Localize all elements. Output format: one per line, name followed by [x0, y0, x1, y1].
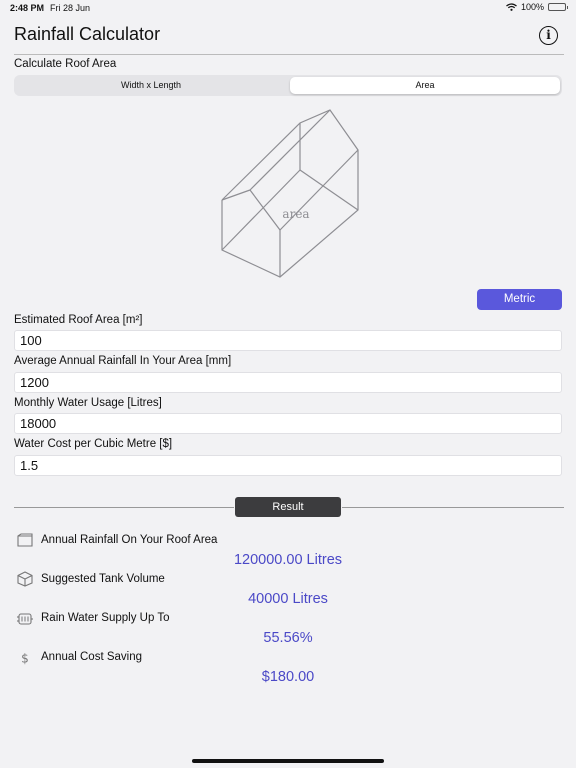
- result-button[interactable]: Result: [235, 497, 341, 517]
- water-cost-label: Water Cost per Cubic Metre [$]: [14, 438, 173, 450]
- roof-area-mode-control: Width x Length Area: [14, 75, 562, 96]
- info-icon[interactable]: i: [539, 26, 558, 45]
- water-supply-value: 55.56%: [263, 630, 313, 646]
- battery-icon: [548, 3, 568, 11]
- diagram-area-label: area: [282, 207, 309, 221]
- cost-saving-label: Annual Cost Saving: [41, 651, 143, 663]
- page-title: Rainfall Calculator: [14, 24, 161, 44]
- status-indicators: 100%: [506, 2, 568, 12]
- monthly-usage-label: Monthly Water Usage [Litres]: [14, 397, 162, 409]
- water-cost-input[interactable]: 1.5: [14, 455, 562, 476]
- status-time: 2:48 PM: [10, 3, 45, 13]
- dollar-icon: $: [21, 652, 29, 666]
- home-indicator: [192, 759, 384, 763]
- roof-icon: [17, 533, 33, 547]
- svg-text:$: $: [21, 652, 29, 666]
- annual-rainfall-label: Average Annual Rainfall In Your Area [mm…: [14, 355, 232, 367]
- cost-saving-value: $180.00: [261, 669, 315, 685]
- segment-width-length[interactable]: Width x Length: [16, 77, 286, 94]
- result-divider-left: [14, 507, 234, 508]
- status-bar: 2:48 PM Fri 28 Jun 100%: [0, 0, 576, 16]
- segment-area[interactable]: Area: [290, 77, 560, 94]
- annual-rainfall-result-value: 120000.00 Litres: [233, 552, 343, 568]
- tank-icon: [17, 571, 33, 587]
- monthly-usage-input[interactable]: 18000: [14, 413, 562, 434]
- water-supply-icon: [17, 613, 33, 625]
- annual-rainfall-result-label: Annual Rainfall On Your Roof Area: [41, 534, 218, 546]
- tank-volume-value: 40000 Litres: [248, 591, 328, 607]
- roof-area-section-label: Calculate Roof Area: [14, 58, 117, 70]
- result-divider-right: [342, 507, 564, 508]
- wifi-icon: [506, 3, 517, 11]
- annual-rainfall-input[interactable]: 1200: [14, 372, 562, 393]
- tank-volume-label: Suggested Tank Volume: [41, 573, 165, 585]
- title-divider: [14, 54, 564, 55]
- roof-diagram: area: [221, 109, 359, 278]
- status-date: Fri 28 Jun: [50, 3, 91, 13]
- roof-area-label: Estimated Roof Area [m²]: [14, 314, 143, 326]
- battery-percent: 100%: [520, 2, 544, 12]
- metric-button[interactable]: Metric: [477, 289, 562, 310]
- roof-area-input[interactable]: 100: [14, 330, 562, 351]
- water-supply-label: Rain Water Supply Up To: [41, 612, 170, 624]
